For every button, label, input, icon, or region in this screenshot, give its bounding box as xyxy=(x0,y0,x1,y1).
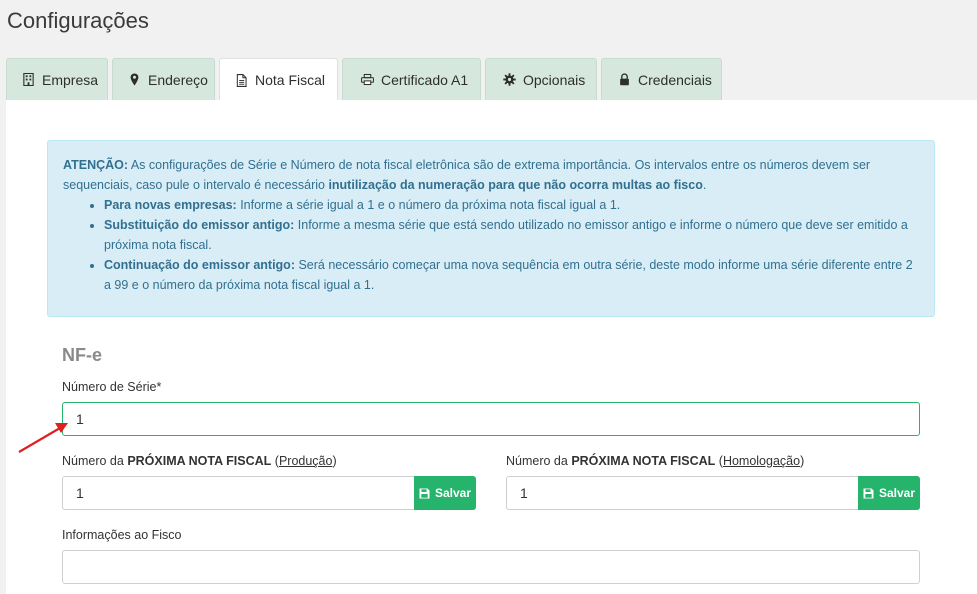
save-prod-button[interactable]: Salvar xyxy=(414,476,476,510)
prod-number-input[interactable]: 1 xyxy=(62,476,415,510)
printer-icon xyxy=(360,73,374,87)
floppy-disk-icon xyxy=(419,488,430,498)
tab-label: Nota Fiscal xyxy=(255,72,326,88)
alert-lead-end: . xyxy=(702,178,707,192)
tab-endereco[interactable]: Endereço xyxy=(112,58,215,100)
alert-item-continuacao: Continuação do emissor antigo: Será nece… xyxy=(104,255,920,295)
lock-icon xyxy=(617,73,631,87)
save-homolog-button[interactable]: Salvar xyxy=(858,476,920,510)
alert-lead-bold2: inutilização da numeração para que não o… xyxy=(328,178,703,192)
serie-input[interactable]: 1 xyxy=(62,402,920,436)
tab-credenciais[interactable]: Credenciais xyxy=(601,58,722,100)
homolog-number-label: Número da PRÓXIMA NOTA FISCAL (Homologaç… xyxy=(506,454,805,468)
tab-label: Certificado A1 xyxy=(381,71,469,88)
tab-label: Endereço xyxy=(148,71,208,88)
floppy-disk-icon xyxy=(863,488,874,498)
map-marker-icon xyxy=(127,73,141,87)
tab-nota-fiscal[interactable]: Nota Fiscal xyxy=(219,58,338,101)
attention-alert: ATENÇÃO: As configurações de Série e Núm… xyxy=(47,140,935,317)
tab-label: Credenciais xyxy=(638,71,712,88)
tab-bar: Empresa Endereço Nota Fiscal Certificado… xyxy=(6,58,726,101)
serie-label: Número de Série* xyxy=(62,380,162,394)
gear-icon xyxy=(502,73,516,87)
alert-list: Para novas empresas: Informe a série igu… xyxy=(63,195,920,295)
file-icon xyxy=(234,73,248,87)
section-title-nfe: NF-e xyxy=(62,345,102,365)
tab-empresa[interactable]: Empresa xyxy=(6,58,108,100)
alert-item-novas-empresas: Para novas empresas: Informe a série igu… xyxy=(104,195,920,215)
tab-certificado-a1[interactable]: Certificado A1 xyxy=(342,58,481,100)
alert-lead-bold: ATENÇÃO: xyxy=(63,158,129,172)
nota-fiscal-panel: ATENÇÃO: As configurações de Série e Núm… xyxy=(6,100,977,594)
alert-lead: ATENÇÃO: As configurações de Série e Núm… xyxy=(63,155,920,195)
info-fisco-input[interactable] xyxy=(62,550,920,584)
tab-label: Opcionais xyxy=(523,71,586,88)
tab-opcionais[interactable]: Opcionais xyxy=(485,58,597,100)
alert-item-substituicao: Substituição do emissor antigo: Informe … xyxy=(104,215,920,255)
page-title: Configurações xyxy=(7,8,149,33)
homolog-number-input[interactable]: 1 xyxy=(506,476,859,510)
tab-label: Empresa xyxy=(42,71,99,88)
building-icon xyxy=(21,73,35,87)
prod-number-label: Número da PRÓXIMA NOTA FISCAL (Produção) xyxy=(62,454,337,468)
info-fisco-label: Informações ao Fisco xyxy=(62,528,182,542)
